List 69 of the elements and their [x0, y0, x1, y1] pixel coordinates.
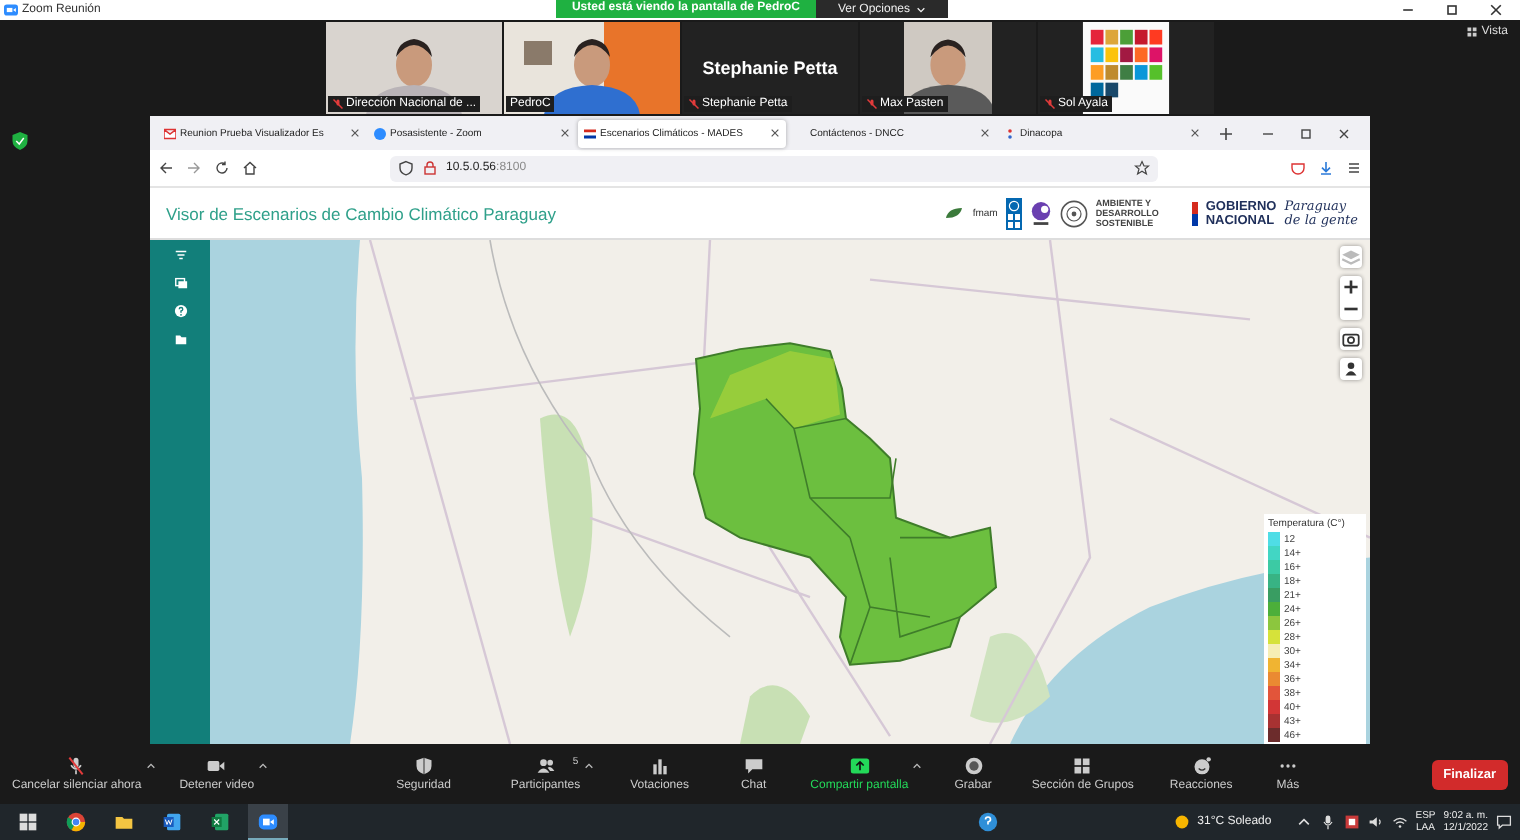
windows-icon: [18, 812, 38, 832]
shield-icon: [398, 160, 414, 176]
maximize-icon[interactable]: [1444, 2, 1460, 18]
caret-icon: [916, 5, 927, 13]
site-icon: [374, 127, 386, 139]
participant-name: Stephanie Petta: [702, 58, 838, 78]
star-icon[interactable]: [1134, 160, 1150, 176]
close-icon[interactable]: [1488, 2, 1504, 18]
folder-icon[interactable]: [173, 332, 187, 346]
wifi-icon[interactable]: [1391, 814, 1408, 830]
notification-icon[interactable]: [1496, 814, 1512, 830]
lock-icon: [422, 160, 438, 176]
browser-icon: [66, 812, 86, 832]
caret-icon[interactable]: [912, 762, 923, 770]
menu-icon[interactable]: [1346, 160, 1362, 176]
sun-icon: [1173, 814, 1190, 830]
close-icon[interactable]: [1336, 125, 1352, 141]
document-icon: [162, 812, 182, 832]
video-camera-icon: [206, 756, 227, 776]
share-screen-icon: [849, 756, 870, 776]
close-icon[interactable]: [770, 128, 780, 138]
video-camera-icon: [258, 811, 278, 831]
app-title: Visor de Escenarios de Cambio Climático Paraguay: [166, 203, 556, 223]
close-icon[interactable]: [1190, 128, 1200, 138]
layers-icon[interactable]: [173, 276, 187, 290]
caret-icon[interactable]: [258, 762, 269, 770]
un-emblem-icon: [1005, 197, 1022, 229]
microphone-icon: [1319, 814, 1336, 830]
record-icon: [963, 756, 984, 776]
folder-icon: [114, 812, 134, 832]
pocket-icon[interactable]: [1290, 160, 1306, 176]
bar-chart-icon: [649, 756, 670, 776]
maximize-icon[interactable]: [1298, 125, 1314, 141]
zoom-in-icon[interactable]: [1340, 276, 1362, 298]
taskbar-app[interactable]: [248, 804, 288, 840]
close-icon[interactable]: [560, 128, 570, 138]
flag-bar-icon: [1191, 201, 1198, 225]
home-icon[interactable]: [242, 160, 258, 176]
app-tray-icon: [1343, 814, 1360, 830]
shield-icon: [12, 132, 28, 150]
close-icon[interactable]: [980, 128, 990, 138]
flag-icon: [584, 127, 596, 139]
grid-icon: [1072, 756, 1093, 776]
help-icon[interactable]: [977, 812, 998, 832]
mail-icon: [164, 127, 176, 139]
muted-mic-icon: [66, 756, 87, 776]
forward-icon[interactable]: [186, 160, 202, 176]
people-icon: [535, 756, 556, 776]
spreadsheet-icon: [210, 812, 230, 832]
camera-icon[interactable]: [1340, 328, 1362, 350]
speaker-icon[interactable]: [1367, 814, 1384, 830]
caret-icon[interactable]: [584, 762, 595, 770]
shield-icon: [413, 756, 434, 776]
filter-icon[interactable]: [173, 248, 187, 262]
chevron-up-icon[interactable]: [1295, 814, 1312, 830]
seal-icon: [1059, 199, 1088, 227]
back-icon[interactable]: [158, 160, 174, 176]
download-icon[interactable]: [1318, 160, 1334, 176]
drop-logo-icon: [1029, 200, 1052, 226]
grid-icon: [1465, 26, 1478, 38]
caret-icon[interactable]: [145, 762, 156, 770]
new-tab-icon[interactable]: [1218, 125, 1234, 141]
reload-icon[interactable]: [214, 160, 230, 176]
site-icon: [1004, 127, 1016, 139]
close-icon[interactable]: [350, 128, 360, 138]
leaf-icon: [944, 205, 965, 221]
chat-icon: [743, 756, 764, 776]
smiley-icon: [1191, 756, 1212, 776]
person-icon[interactable]: [1340, 358, 1362, 380]
